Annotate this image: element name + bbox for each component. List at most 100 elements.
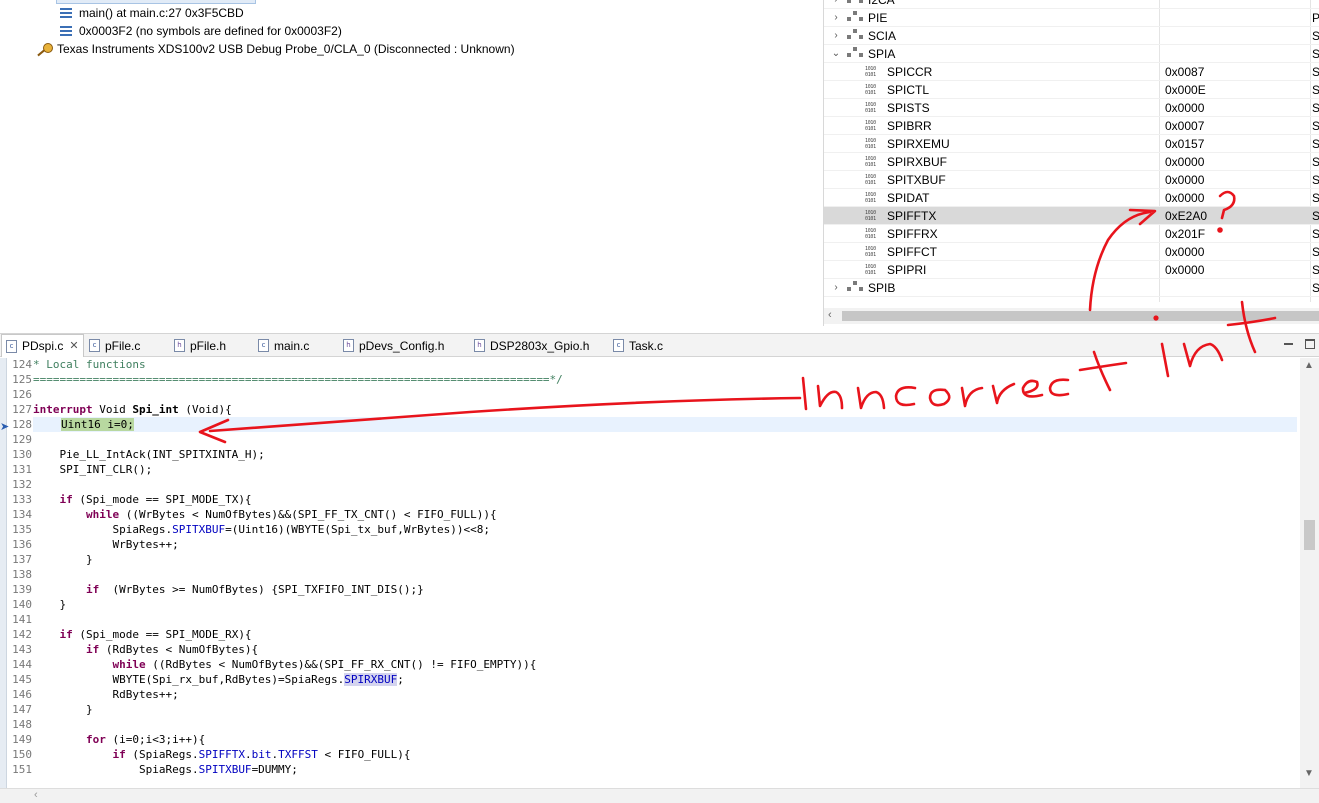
register-value[interactable]: 0x0000 (1165, 243, 1204, 261)
code-line: 149 for (i=0;i<3;i++){ (12, 733, 206, 746)
register-icon: 1010 0101 (865, 264, 876, 276)
code-editor[interactable]: ➤ 124* Local functions 125==============… (0, 358, 1319, 788)
h-file-icon: h (474, 339, 485, 352)
register-description: S (1312, 137, 1319, 151)
code-line: 128 Uint16 i=0; (12, 418, 134, 431)
register-row[interactable]: 1010 0101 SPIFFTX 0xE2A0 S (824, 207, 1319, 225)
register-row[interactable]: 1010 0101 SPISTS 0x0000 S (824, 99, 1319, 117)
stack-frame-icon (60, 26, 72, 36)
register-value[interactable]: 0x000E (1165, 81, 1206, 99)
code-line: 150 if (SpiaRegs.SPIFFTX.bit.TXFFST < FI… (12, 748, 411, 761)
stack-frame-address[interactable]: 0x0003F2 (no symbols are defined for 0x0… (60, 22, 342, 40)
scroll-left-icon[interactable]: ‹ (34, 789, 38, 801)
editor-tab-bar: c PDspi.c ✕ c pFile.c h pFile.h c main.c… (0, 333, 1319, 357)
register-name: SPIBRR (887, 119, 932, 133)
register-name: SPIPRI (887, 263, 927, 277)
scrollbar-thumb[interactable] (1304, 520, 1315, 550)
register-row[interactable]: 1010 0101 SPIFFCT 0x0000 S (824, 243, 1319, 261)
editor-vertical-scrollbar[interactable]: ▲ ▼ (1300, 358, 1319, 788)
registers-horizontal-scrollbar[interactable]: ‹ (824, 308, 1319, 324)
register-row[interactable]: 1010 0101 SPIBRR 0x0007 S (824, 117, 1319, 135)
h-file-icon: h (174, 339, 185, 352)
code-line: 127interrupt Void Spi_int (Void){ (12, 403, 232, 416)
register-group-scia[interactable]: › SCIA S (824, 27, 1319, 45)
scroll-down-icon[interactable]: ▼ (1304, 768, 1314, 779)
register-row[interactable]: 1010 0101 SPIRXEMU 0x0157 S (824, 135, 1319, 153)
register-icon: 1010 0101 (865, 102, 876, 114)
scroll-up-icon[interactable]: ▲ (1304, 360, 1314, 371)
register-value[interactable]: 0x0007 (1165, 117, 1204, 135)
code-line: 141 (12, 613, 32, 626)
code-line: 140 } (12, 598, 67, 611)
register-value[interactable]: 0xE2A0 (1165, 207, 1207, 225)
register-row[interactable]: 1010 0101 SPIDAT 0x0000 S (824, 189, 1319, 207)
close-tab-icon[interactable]: ✕ (69, 335, 78, 357)
register-group-spib[interactable]: › SPIB S (824, 279, 1319, 297)
chevron-right-icon[interactable]: › (830, 27, 842, 45)
code-line: 142 if (Spi_mode == SPI_MODE_RX){ (12, 628, 252, 641)
scroll-left-icon[interactable]: ‹ (828, 309, 832, 321)
register-value[interactable]: 0x0000 (1165, 189, 1204, 207)
chevron-right-icon[interactable]: › (830, 9, 842, 27)
register-name: SPICTL (887, 83, 930, 97)
stack-frame-label: main() at main.c:27 0x3F5CBD (79, 6, 244, 20)
register-icon: 1010 0101 (865, 192, 876, 204)
register-group-icon (847, 29, 863, 43)
tab-task-c[interactable]: c Task.c (613, 334, 663, 357)
register-value[interactable]: 0x0000 (1165, 99, 1204, 117)
register-group-i2ca[interactable]: › I2CA (824, 0, 1319, 9)
register-value[interactable]: 0x0157 (1165, 135, 1204, 153)
code-line: 124* Local functions (12, 358, 146, 371)
tab-pfile-c[interactable]: c pFile.c (89, 334, 140, 357)
chevron-right-icon[interactable]: › (830, 0, 842, 9)
code-line: 147 } (12, 703, 93, 716)
register-row[interactable]: 1010 0101 SPICCR 0x0087 S (824, 63, 1319, 81)
tab-pdspi-c[interactable]: c PDspi.c ✕ (1, 334, 84, 357)
tab-pfile-h[interactable]: h pFile.h (174, 334, 226, 357)
register-icon: 1010 0101 (865, 66, 876, 78)
c-file-icon: c (89, 339, 100, 352)
h-file-icon: h (343, 339, 354, 352)
debug-probe-cla[interactable]: Texas Instruments XDS100v2 USB Debug Pro… (37, 40, 515, 58)
c-file-icon: c (258, 339, 269, 352)
register-description: S (1312, 101, 1319, 115)
register-description: S (1312, 263, 1319, 277)
register-row[interactable]: 1010 0101 SPIRXBUF 0x0000 S (824, 153, 1319, 171)
register-group-spia[interactable]: ⌄ SPIA S (824, 45, 1319, 63)
register-value[interactable]: 0x0087 (1165, 63, 1204, 81)
register-value[interactable]: 0x0000 (1165, 153, 1204, 171)
code-line: 135 SpiaRegs.SPITXBUF=(Uint16)(WBYTE(Spi… (12, 523, 490, 536)
editor-horizontal-scrollbar[interactable]: ‹ (0, 788, 1319, 803)
stack-frame-main[interactable]: main() at main.c:27 0x3F5CBD (60, 4, 244, 22)
register-description: S (1312, 191, 1319, 205)
minimize-icon[interactable] (1284, 339, 1294, 349)
register-row[interactable]: 1010 0101 SPIFFRX 0x201F S (824, 225, 1319, 243)
register-value[interactable]: 0x0000 (1165, 171, 1204, 189)
register-row[interactable]: 1010 0101 SPITXBUF 0x0000 S (824, 171, 1319, 189)
tab-pdevs-config-h[interactable]: h pDevs_Config.h (343, 334, 444, 357)
register-description: S (1312, 245, 1319, 259)
code-line: 148 (12, 718, 32, 731)
chevron-right-icon[interactable]: › (830, 279, 842, 297)
code-line: 137 } (12, 553, 93, 566)
register-description: S (1312, 83, 1319, 97)
register-icon: 1010 0101 (865, 174, 876, 186)
register-icon: 1010 0101 (865, 246, 876, 258)
chevron-down-icon[interactable]: ⌄ (830, 45, 842, 63)
register-value[interactable]: 0x201F (1165, 225, 1205, 243)
scrollbar-thumb[interactable] (842, 311, 1319, 321)
maximize-icon[interactable] (1305, 339, 1315, 349)
code-line: 129 (12, 433, 32, 446)
tab-main-c[interactable]: c main.c (258, 334, 309, 357)
register-value[interactable]: 0x0000 (1165, 261, 1204, 279)
code-line: 138 (12, 568, 32, 581)
register-row[interactable]: 1010 0101 SPICTL 0x000E S (824, 81, 1319, 99)
c-file-icon: c (613, 339, 624, 352)
register-description: S (1312, 209, 1319, 223)
register-name: SPIFFCT (887, 245, 937, 259)
code-line: 126 (12, 388, 32, 401)
tab-dsp2803x-gpio-h[interactable]: h DSP2803x_Gpio.h (474, 334, 589, 357)
register-row[interactable]: 1010 0101 SPIPRI 0x0000 S (824, 261, 1319, 279)
register-icon: 1010 0101 (865, 228, 876, 240)
register-group-pie[interactable]: › PIE P (824, 9, 1319, 27)
